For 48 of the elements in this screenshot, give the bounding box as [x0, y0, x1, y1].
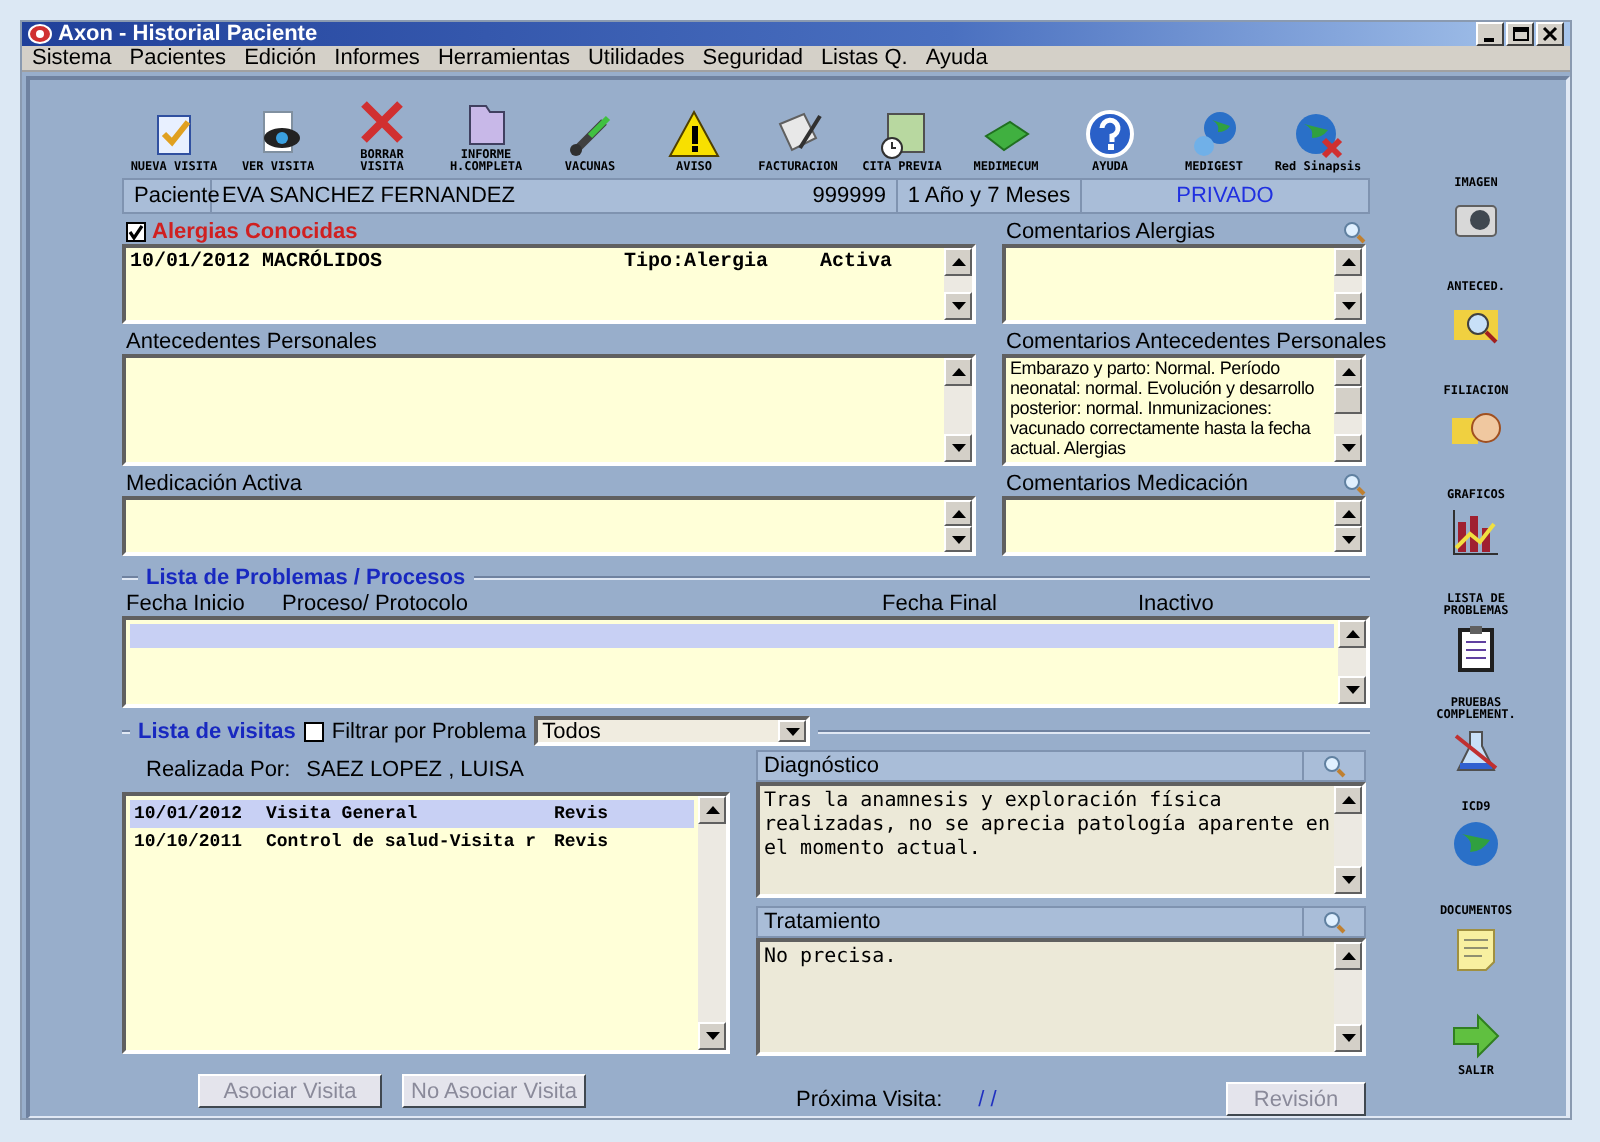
- field-label: Realizada Por:: [146, 758, 291, 782]
- column-header: Inactivo: [1138, 591, 1214, 615]
- patient-age: 1 Año y 7 Meses: [898, 180, 1082, 212]
- field-label: Comentarios Alergias: [1006, 220, 1218, 244]
- comment-text: Embarazo y parto: Normal. Período neonatal: normal. Evolución y desarrollo posterior: normal. Inmunizaciones: vacunado correctamente hasta la fecha actual. Alergias: [1010, 358, 1317, 458]
- menu-item[interactable]: Informes: [334, 46, 420, 70]
- date-value: / /: [978, 1087, 999, 1111]
- column-header: Fecha Inicio: [126, 591, 247, 615]
- window-title: Axon - Historial Paciente: [58, 22, 320, 46]
- body-text: Tras la anamnesis y exploración física realizadas, no se aprecia patología aparente en el momento actual.: [764, 790, 1330, 862]
- field-label: Diagnóstico: [764, 754, 881, 778]
- field-label: Medicación Activa: [126, 472, 305, 496]
- column-header: Proceso/ Protocolo: [282, 591, 470, 615]
- text-area[interactable]: 10/01/2012 MACRÓLIDOS Tipo:Alergia Activa: [122, 244, 976, 324]
- field-label: Alergias Conocidas: [152, 220, 358, 244]
- menu-item[interactable]: Seguridad: [702, 46, 803, 70]
- patient-name: EVA SANCHEZ FERNANDEZ: [222, 184, 515, 208]
- field-label: Antecedentes Personales: [126, 330, 379, 354]
- table-cell: 10/01/2012: [130, 252, 250, 274]
- body-text: No precisa.: [764, 946, 899, 970]
- menu-item[interactable]: Herramientas: [437, 46, 570, 70]
- menu-item[interactable]: Ayuda: [925, 46, 988, 70]
- checkbox-label: Filtrar por Problema: [331, 719, 527, 743]
- table-cell: Activa: [820, 252, 893, 274]
- insurance-label: PRIVADO: [1174, 182, 1276, 212]
- section-title: Lista de visitas: [138, 719, 296, 743]
- table-cell-text: Tipo:Alergia: [624, 252, 771, 274]
- text-area[interactable]: 10/01/2012 Visita General Revis 10/10/2011 Control de salud-Visita r Revis: [122, 792, 730, 1054]
- text-area[interactable]: Tras la anamnesis y exploración física realizadas, no se aprecia patología aparente en el momento actual.: [756, 782, 1366, 898]
- menu-item[interactable]: Listas Q.: [820, 46, 908, 70]
- field-label: Comentarios Antecedentes Personales: [1006, 330, 1387, 354]
- menu-item[interactable]: Pacientes: [129, 46, 227, 70]
- list-item[interactable]: 10/01/2012 Visita General Revis: [130, 800, 694, 828]
- section-title: Lista de Problemas / Procesos: [146, 566, 466, 590]
- column-header: Fecha Final: [882, 591, 999, 615]
- field-label: Próxima Visita:: [796, 1087, 943, 1111]
- field-label: Tratamiento: [764, 910, 883, 934]
- list-item[interactable]: 10/10/2011 Control de salud-Visita r Revis: [130, 828, 694, 856]
- menu-item[interactable]: Edición: [244, 46, 317, 70]
- menu-item[interactable]: Sistema: [32, 46, 112, 70]
- text-area[interactable]: Embarazo y parto: Normal. Período neonatal: normal. Evolución y desarrollo posterior: normal. Inmunizaciones: vacunado correctamente hasta la fecha actual. Alergias: [1002, 354, 1366, 466]
- doctor-name: SAEZ LOPEZ , LUISA: [306, 758, 524, 782]
- table-cell-text: MACRÓLIDOS: [262, 252, 385, 274]
- dropdown[interactable]: Todos: [534, 716, 811, 746]
- text-area[interactable]: No precisa.: [756, 938, 1366, 1056]
- menu-item[interactable]: Utilidades: [587, 46, 685, 70]
- field-label: Comentarios Medicación: [1006, 472, 1251, 496]
- patient-number: 999999: [812, 184, 886, 208]
